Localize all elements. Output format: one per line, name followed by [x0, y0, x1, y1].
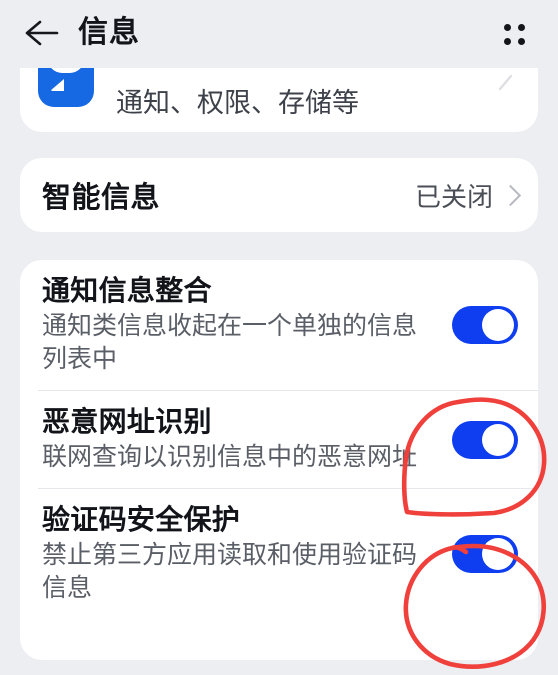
app-info-row[interactable]: 通知、权限、存储等	[20, 68, 538, 132]
smart-messages-row[interactable]: 智能信息 已关闭	[20, 158, 538, 232]
toggle-switch-notification-merge[interactable]	[452, 306, 518, 345]
phone-screen: 信息 通知、权限、存储等 智能信息 已关闭 通知信息整合 通知类信息收起在一个单…	[0, 0, 558, 675]
smart-messages-card[interactable]: 智能信息 已关闭	[20, 158, 538, 232]
toggle-knob	[482, 309, 514, 342]
toggles-card: 通知信息整合 通知类信息收起在一个单独的信息列表中 恶意网址识别 联网查询以识别…	[20, 260, 538, 660]
app-info-subtitle: 通知、权限、存储等	[116, 87, 359, 118]
smart-messages-status: 已关闭	[414, 181, 493, 212]
back-button[interactable]	[14, 5, 70, 61]
messages-app-icon	[38, 68, 94, 113]
toggle-text-group: 验证码安全保护 禁止第三方应用读取和使用验证码信息	[42, 503, 446, 605]
grid-dots-menu-icon[interactable]	[492, 14, 536, 54]
toggle-knob	[482, 538, 514, 571]
smart-messages-value-group: 已关闭	[414, 177, 522, 214]
toggle-title: 恶意网址识别	[42, 406, 212, 438]
back-arrow-icon	[24, 18, 60, 48]
toggle-switch-malicious-url[interactable]	[452, 420, 518, 459]
toggle-description: 禁止第三方应用读取和使用验证码信息	[42, 541, 418, 603]
toggle-description: 联网查询以识别信息中的恶意网址	[42, 443, 418, 472]
toggle-row-malicious-url[interactable]: 恶意网址识别 联网查询以识别信息中的恶意网址	[20, 391, 538, 488]
toggle-title: 验证码安全保护	[42, 504, 241, 536]
toggle-title: 通知信息整合	[42, 275, 212, 306]
app-info-card[interactable]: 通知、权限、存储等	[20, 68, 538, 132]
dot	[517, 37, 525, 45]
toggle-row-notification-merge[interactable]: 通知信息整合 通知类信息收起在一个单独的信息列表中	[20, 260, 538, 390]
app-header: 信息	[0, 0, 558, 66]
toggle-description: 通知类信息收起在一个单独的信息列表中	[42, 312, 418, 374]
icon-bubble-shape	[38, 68, 94, 107]
smart-messages-label: 智能信息	[42, 182, 161, 214]
toggle-switch-sms-code-protection[interactable]	[452, 535, 518, 574]
toggle-row-sms-code-protection[interactable]: 验证码安全保护 禁止第三方应用读取和使用验证码信息	[20, 489, 538, 619]
dot	[503, 23, 511, 31]
toggle-knob	[482, 423, 514, 456]
toggle-text-group: 恶意网址识别 联网查询以识别信息中的恶意网址	[42, 405, 446, 474]
page-title: 信息	[78, 16, 140, 49]
chevron-right-icon	[494, 70, 516, 97]
toggle-text-group: 通知信息整合 通知类信息收起在一个单独的信息列表中	[42, 274, 446, 376]
dot	[503, 37, 511, 45]
dot	[517, 23, 525, 31]
chevron-right-icon	[499, 184, 522, 206]
